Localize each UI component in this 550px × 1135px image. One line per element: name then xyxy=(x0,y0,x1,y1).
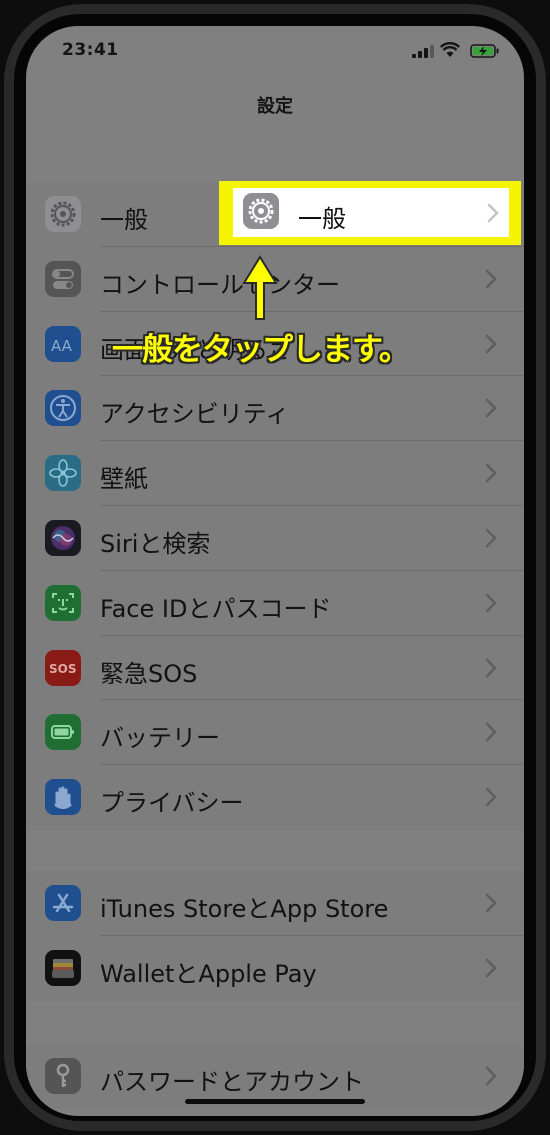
row-battery[interactable]: バッテリー xyxy=(26,700,524,766)
toggles-icon xyxy=(45,260,81,297)
row-label: Face IDとパスコード xyxy=(100,594,332,623)
status-bar: 23:41 xyxy=(26,26,524,76)
row-siri-search[interactable]: Siriと検索 xyxy=(26,506,524,571)
row-label: Siriと検索 xyxy=(100,529,211,558)
row-label: 一般 xyxy=(100,206,148,234)
battery-icon xyxy=(45,714,81,751)
gear-icon xyxy=(243,193,279,229)
highlighted-row-label: 一般 xyxy=(298,205,346,233)
svg-text:AA: AA xyxy=(51,337,73,355)
status-time: 23:41 xyxy=(62,40,119,60)
settings-group-2: iTunes StoreとApp Store WalletとApple Pay xyxy=(26,871,524,1001)
wallet-icon xyxy=(45,949,81,986)
row-wallpaper[interactable]: 壁紙 xyxy=(26,441,524,506)
chevron-right-icon xyxy=(485,658,497,677)
chevron-right-icon xyxy=(485,893,497,913)
instruction-annotation: 一般をタップします。 xyxy=(112,332,410,368)
arrow-up-icon xyxy=(242,255,278,320)
signal-icon xyxy=(412,44,434,58)
chevron-right-icon xyxy=(485,1066,497,1086)
text-size-icon: AA xyxy=(45,325,81,362)
page-title: 設定 xyxy=(257,96,293,117)
chevron-right-icon xyxy=(485,463,497,483)
face-id-icon xyxy=(45,584,81,621)
chevron-right-icon xyxy=(487,203,499,223)
chevron-right-icon xyxy=(485,723,497,742)
row-face-id-passcode[interactable]: Face IDとパスコード xyxy=(26,571,524,636)
chevron-right-icon xyxy=(485,787,497,807)
row-itunes-app-store[interactable]: iTunes StoreとApp Store xyxy=(26,871,524,936)
chevron-right-icon xyxy=(485,399,497,418)
accessibility-icon xyxy=(45,390,81,427)
siri-icon xyxy=(45,519,81,556)
home-indicator[interactable] xyxy=(185,1099,365,1104)
wifi-icon xyxy=(440,42,460,57)
row-label: コントロールセンター xyxy=(100,270,340,299)
hand-icon xyxy=(45,779,81,816)
battery-charging-icon xyxy=(470,44,499,58)
row-label: 緊急SOS xyxy=(100,659,198,688)
chevron-right-icon xyxy=(485,269,497,289)
row-privacy[interactable]: プライバシー xyxy=(26,765,524,830)
row-label: WalletとApple Pay xyxy=(100,959,317,988)
row-label: バッテリー xyxy=(100,724,220,753)
row-label: パスワードとアカウント xyxy=(100,1068,364,1096)
row-accessibility[interactable]: アクセシビリティ xyxy=(26,376,524,442)
row-label: 壁紙 xyxy=(100,465,148,494)
row-wallet-apple-pay[interactable]: WalletとApple Pay xyxy=(26,936,524,1001)
chevron-right-icon xyxy=(485,593,497,613)
sos-icon: SOS xyxy=(45,649,81,686)
row-label: プライバシー xyxy=(100,789,244,818)
chevron-right-icon xyxy=(485,334,497,353)
app-store-icon xyxy=(45,885,81,921)
row-label: アクセシビリティ xyxy=(100,400,290,429)
row-label: iTunes StoreとApp Store xyxy=(100,895,389,923)
row-emergency-sos[interactable]: SOS 緊急SOS xyxy=(26,636,524,701)
gear-icon xyxy=(45,196,81,232)
chevron-right-icon xyxy=(485,528,497,548)
chevron-right-icon xyxy=(485,958,497,978)
svg-text:SOS: SOS xyxy=(49,662,77,676)
flower-icon xyxy=(45,455,81,492)
key-icon xyxy=(45,1058,81,1094)
